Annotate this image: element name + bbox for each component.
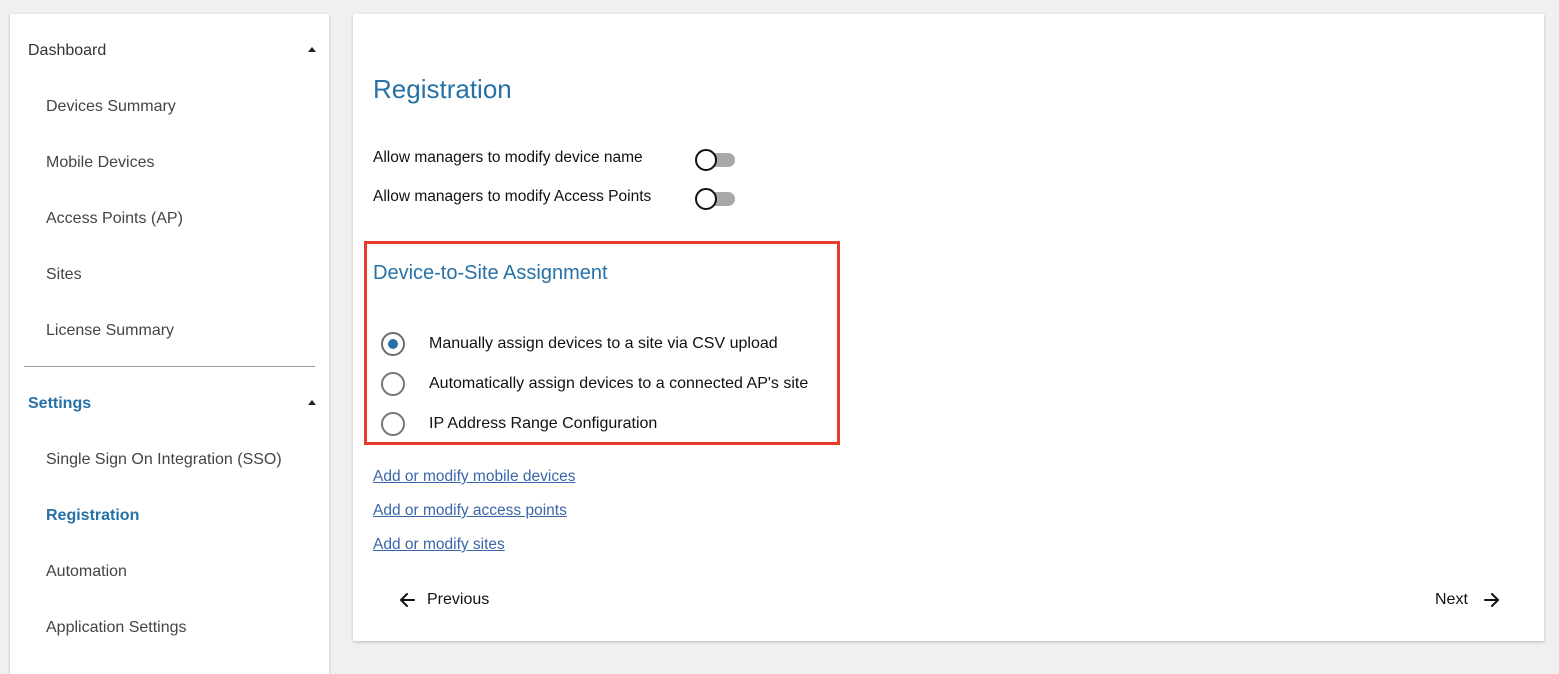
sidebar-item-application-settings[interactable]: Application Settings: [46, 619, 187, 637]
sidebar-divider: [24, 366, 315, 367]
radio-label: Manually assign devices to a site via CS…: [429, 335, 778, 352]
caret-up-icon: [308, 47, 316, 52]
toggle-label: Allow managers to modify device name: [373, 149, 643, 166]
sidebar-section-label: Dashboard: [28, 42, 107, 59]
sidebar-section-dashboard[interactable]: Dashboard: [28, 42, 316, 60]
radio-option-ip-range[interactable]: IP Address Range Configuration: [381, 412, 831, 438]
radio-label: IP Address Range Configuration: [429, 415, 658, 432]
radio-option-manual[interactable]: Manually assign devices to a site via CS…: [381, 332, 831, 358]
radio-option-automatic[interactable]: Automatically assign devices to a connec…: [381, 372, 831, 398]
previous-label: Previous: [427, 591, 490, 608]
sidebar-item-license-summary[interactable]: License Summary: [46, 322, 174, 340]
toggle-knob: [695, 149, 717, 171]
toggle-knob: [695, 188, 717, 210]
sidebar-item-sites[interactable]: Sites: [46, 266, 82, 284]
link-modify-access-points[interactable]: Add or modify access points: [373, 502, 567, 520]
access-points-toggle[interactable]: [695, 188, 735, 210]
sidebar-section-settings[interactable]: Settings: [28, 395, 316, 413]
arrow-right-icon: [1484, 593, 1499, 607]
toggle-label: Allow managers to modify Access Points: [373, 188, 652, 205]
link-modify-mobile-devices[interactable]: Add or modify mobile devices: [373, 468, 575, 486]
sidebar-item-access-points[interactable]: Access Points (AP): [46, 210, 183, 228]
sidebar-item-registration[interactable]: Registration: [46, 507, 139, 525]
radio-label: Automatically assign devices to a connec…: [429, 375, 809, 392]
caret-up-icon: [308, 400, 316, 405]
sidebar: Dashboard Devices Summary Mobile Devices…: [10, 14, 329, 674]
sidebar-section-label: Settings: [28, 395, 92, 412]
sidebar-item-devices-summary[interactable]: Devices Summary: [46, 98, 176, 116]
next-button[interactable]: Next: [1433, 588, 1508, 612]
section-title-device-to-site: Device-to-Site Assignment: [373, 262, 608, 284]
arrow-left-icon: [400, 593, 415, 607]
link-modify-sites[interactable]: Add or modify sites: [373, 536, 505, 554]
page-title: Registration: [373, 74, 512, 104]
radio-button-checked[interactable]: [381, 332, 405, 356]
next-label: Next: [1435, 591, 1468, 608]
toggle-row-access-points: Allow managers to modify Access Points: [373, 186, 773, 210]
previous-button[interactable]: Previous: [397, 588, 507, 612]
main-card: Registration Allow managers to modify de…: [353, 14, 1544, 641]
radio-button[interactable]: [381, 412, 405, 436]
sidebar-item-automation[interactable]: Automation: [46, 563, 127, 581]
sidebar-item-sso[interactable]: Single Sign On Integration (SSO): [46, 451, 282, 469]
radio-button[interactable]: [381, 372, 405, 396]
radio-dot: [388, 339, 398, 349]
device-name-toggle[interactable]: [695, 149, 735, 171]
toggle-row-device-name: Allow managers to modify device name: [373, 147, 773, 171]
sidebar-item-mobile-devices[interactable]: Mobile Devices: [46, 154, 154, 172]
